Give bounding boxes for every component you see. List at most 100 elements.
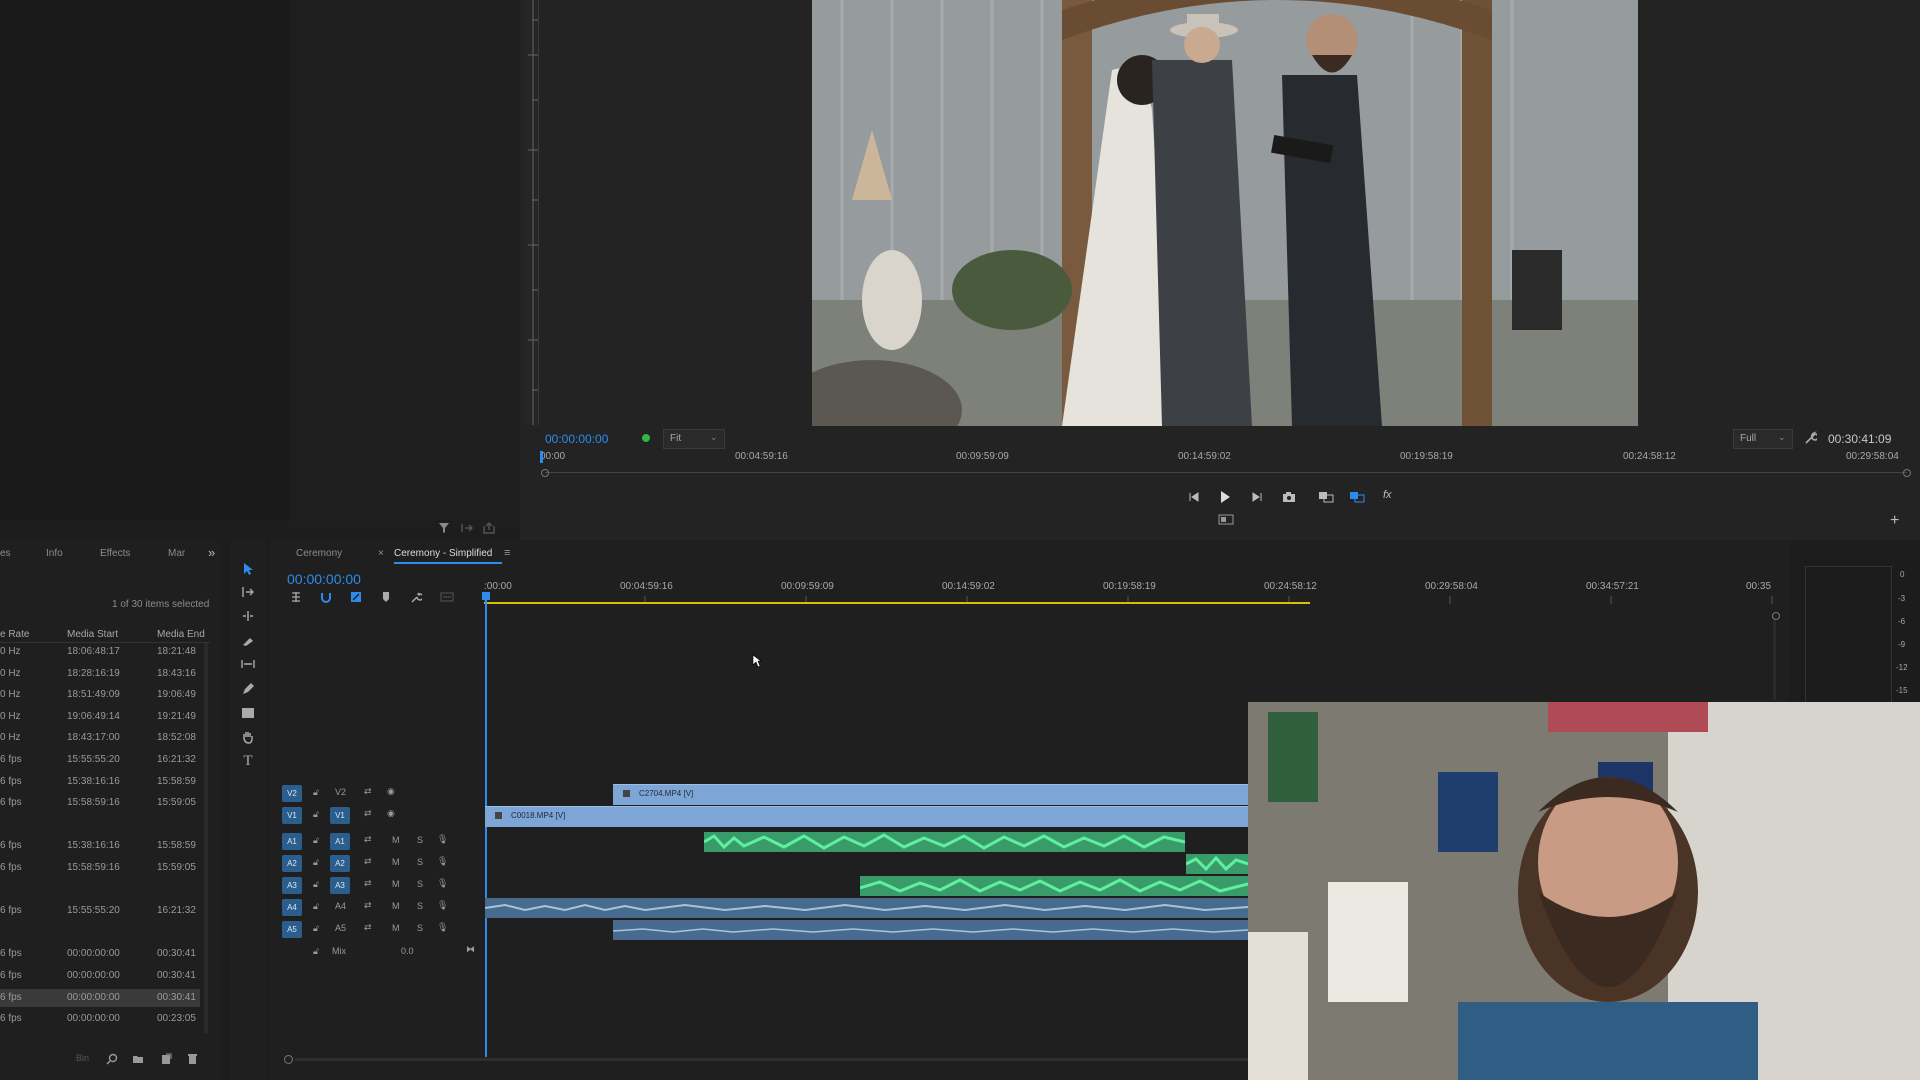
captions-icon[interactable]: [440, 591, 454, 603]
project-row[interactable]: 6 fps 00:00:00:00 00:30:41: [0, 945, 200, 963]
tab-effect-controls[interactable]: es: [0, 548, 11, 559]
overlay-toggle-icon[interactable]: [1349, 491, 1365, 503]
column-header-media-end[interactable]: Media End: [157, 629, 205, 640]
lock-icon[interactable]: 🔓︎: [313, 835, 319, 846]
tab-timeline-ceremony[interactable]: Ceremony: [296, 548, 342, 559]
track-source-a1[interactable]: A1: [282, 833, 302, 850]
track-label-a2[interactable]: A2: [330, 855, 350, 872]
timeline-playhead-handle[interactable]: [482, 592, 490, 600]
mic-icon[interactable]: 🎙︎: [437, 922, 448, 933]
eye-icon[interactable]: ◉: [387, 808, 395, 819]
export-icon[interactable]: [482, 522, 496, 534]
timeline-ruler[interactable]: :00:00 00:04:59:16 00:09:59:09 00:14:59:…: [484, 578, 1774, 606]
sync-lock-icon[interactable]: ⇄: [364, 786, 372, 797]
program-video-frame[interactable]: [812, 0, 1638, 426]
wrench-icon[interactable]: [1803, 431, 1817, 445]
program-time-ruler[interactable]: 00:00 00:04:59:16 00:09:59:09 00:14:59:0…: [540, 448, 1910, 478]
fit-dropdown[interactable]: Fit ⌄: [663, 429, 725, 449]
track-label-v1[interactable]: V1: [330, 807, 350, 824]
lock-icon[interactable]: 🔓︎: [313, 901, 319, 912]
track-source-a4[interactable]: A4: [282, 899, 302, 916]
tab-menu-icon[interactable]: ≡: [504, 547, 510, 559]
clip-v1[interactable]: C0018.MP4 [V]: [485, 806, 1248, 827]
project-row[interactable]: 6 fps 00:00:00:00 00:23:05: [0, 1010, 200, 1028]
project-row[interactable]: [0, 816, 200, 834]
new-bin-icon[interactable]: [132, 1053, 144, 1065]
sync-lock-icon[interactable]: ⇄: [364, 878, 372, 889]
clip-v2[interactable]: C2704.MP4 [V]: [613, 784, 1248, 805]
selection-tool-icon[interactable]: [238, 560, 258, 578]
sync-lock-icon[interactable]: ⇄: [364, 856, 372, 867]
mix-value[interactable]: 0.0: [401, 946, 414, 956]
snap-icon[interactable]: [320, 591, 332, 603]
track-label-a3[interactable]: A3: [330, 877, 350, 894]
timeline-zoom-handle[interactable]: [284, 1055, 293, 1064]
type-tool-icon[interactable]: T: [238, 752, 258, 770]
project-row[interactable]: 6 fps 15:58:59:16 15:59:05: [0, 859, 200, 877]
lock-icon[interactable]: 🔓︎: [313, 809, 319, 820]
project-row[interactable]: 0 Hz 18:43:17:00 18:52:08: [0, 729, 200, 747]
timeline-vertical-scrollbar[interactable]: [1773, 620, 1776, 700]
timeline-settings-icon[interactable]: [410, 591, 422, 603]
linked-selection-icon[interactable]: [350, 591, 362, 603]
add-marker-icon[interactable]: [380, 591, 392, 603]
solo-button[interactable]: S: [417, 879, 423, 889]
step-back-icon[interactable]: [1188, 491, 1200, 503]
zoom-scroll-track[interactable]: [545, 472, 1907, 473]
column-header-media-start[interactable]: Media Start: [67, 629, 118, 640]
clip-a2[interactable]: [1186, 854, 1248, 874]
solo-button[interactable]: S: [417, 857, 423, 867]
mute-button[interactable]: M: [392, 879, 400, 889]
pen-tool-icon[interactable]: [238, 680, 258, 698]
tab-info[interactable]: Info: [46, 548, 63, 559]
search-icon[interactable]: [106, 1053, 118, 1065]
vertical-zoom-handle[interactable]: [1772, 612, 1780, 620]
track-select-tool-icon[interactable]: [238, 583, 258, 601]
track-label-a1[interactable]: A1: [330, 833, 350, 850]
play-icon[interactable]: [1219, 490, 1231, 504]
mic-icon[interactable]: 🎙︎: [437, 834, 448, 845]
sync-lock-icon[interactable]: ⇄: [364, 922, 372, 933]
filter-icon[interactable]: [438, 522, 450, 534]
add-button-icon[interactable]: +: [1890, 512, 1899, 530]
razor-tool-icon[interactable]: [238, 631, 258, 649]
timeline-horizontal-scrollbar[interactable]: [295, 1058, 1248, 1061]
mute-button[interactable]: M: [392, 901, 400, 911]
insert-icon[interactable]: [460, 522, 474, 534]
project-row[interactable]: [0, 924, 200, 942]
sync-lock-icon[interactable]: ⇄: [364, 834, 372, 845]
project-row[interactable]: 6 fps 15:55:55:20 16:21:32: [0, 751, 200, 769]
multicam-icon[interactable]: [1218, 513, 1234, 525]
zoom-handle-right[interactable]: [1903, 469, 1911, 477]
ripple-edit-tool-icon[interactable]: [238, 607, 258, 625]
compare-view-icon[interactable]: [1318, 491, 1334, 503]
project-row[interactable]: 0 Hz 19:06:49:14 19:21:49: [0, 708, 200, 726]
clip-a4[interactable]: [485, 898, 1248, 918]
lock-icon[interactable]: 🔓︎: [313, 946, 319, 957]
step-forward-icon[interactable]: [1251, 491, 1263, 503]
go-to-end-icon[interactable]: ⧓: [466, 944, 475, 955]
clip-a1[interactable]: [704, 832, 1185, 852]
track-target-v1[interactable]: V1: [282, 807, 302, 824]
clip-a3[interactable]: [860, 876, 1248, 896]
track-source-a2[interactable]: A2: [282, 855, 302, 872]
track-source-a5[interactable]: A5: [282, 921, 302, 938]
lock-icon[interactable]: 🔓︎: [313, 787, 319, 798]
mute-button[interactable]: M: [392, 857, 400, 867]
project-row[interactable]: 6 fps 15:55:55:20 16:21:32: [0, 902, 200, 920]
hand-tool-icon[interactable]: [238, 728, 258, 746]
trash-icon[interactable]: [186, 1053, 198, 1065]
mic-icon[interactable]: 🎙︎: [437, 878, 448, 889]
clip-a5[interactable]: [613, 920, 1248, 940]
track-source-a3[interactable]: A3: [282, 877, 302, 894]
project-scrollbar[interactable]: [204, 643, 208, 1033]
project-row[interactable]: 6 fps 15:38:16:16 15:58:59: [0, 773, 200, 791]
track-target-v2[interactable]: V2: [282, 785, 302, 802]
mic-icon[interactable]: 🎙︎: [437, 856, 448, 867]
eye-icon[interactable]: ◉: [387, 786, 395, 797]
project-row[interactable]: 6 fps 00:00:00:00 00:30:41: [0, 967, 200, 985]
project-row[interactable]: 0 Hz 18:28:16:19 18:43:16: [0, 665, 200, 683]
lock-icon[interactable]: 🔓︎: [313, 857, 319, 868]
fx-icon[interactable]: fx: [1383, 489, 1392, 501]
timeline-timecode[interactable]: 00:00:00:00: [287, 571, 361, 587]
